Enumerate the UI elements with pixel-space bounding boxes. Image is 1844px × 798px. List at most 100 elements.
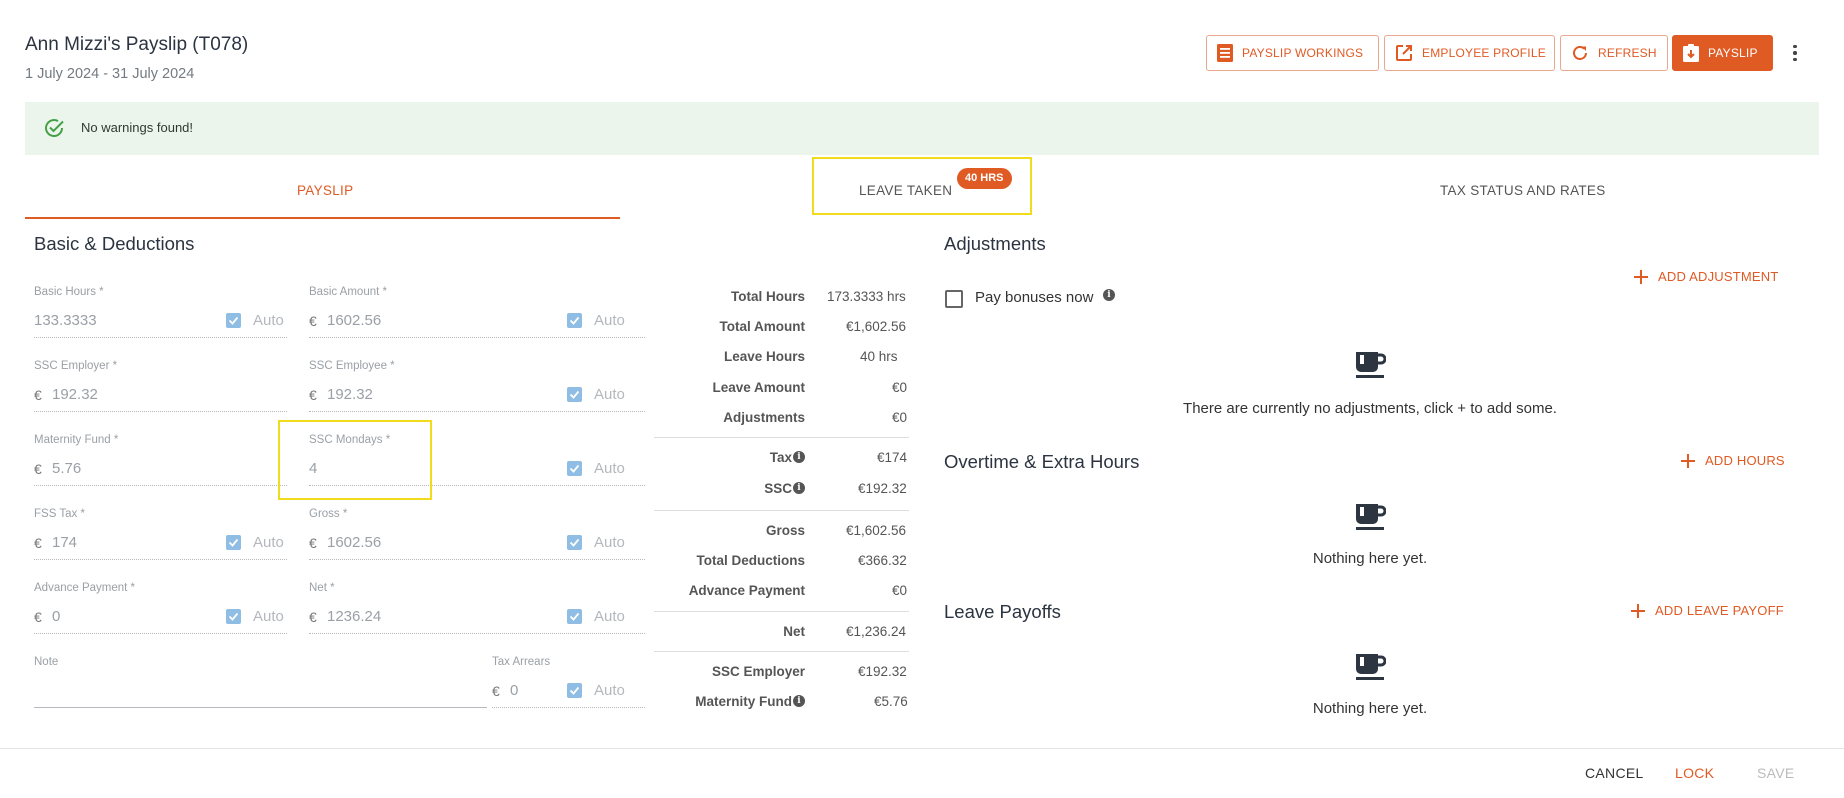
add-hours-button[interactable]: ADD HOURS xyxy=(1681,453,1785,468)
ssc-employee-auto-label: Auto xyxy=(594,386,625,403)
info-icon[interactable]: i xyxy=(793,695,805,707)
fss-tax-input[interactable]: 174 xyxy=(52,534,77,551)
note-underline xyxy=(34,706,487,708)
basic-amount-input[interactable]: 1602.56 xyxy=(327,312,381,329)
summary-maternity-fund-label: Maternity Fund i xyxy=(695,694,805,709)
page-title: Ann Mizzi's Payslip (T078) xyxy=(25,34,249,55)
gross-label: Gross * xyxy=(309,508,348,520)
summary-total-hours-value: 173.3333 hrs xyxy=(827,289,906,304)
pay-bonuses-checkbox[interactable] xyxy=(945,290,963,308)
summary-adjustments-label: Adjustments xyxy=(723,410,805,425)
summary-total-hours-label: Total Hours xyxy=(731,289,805,304)
gross-input[interactable]: 1602.56 xyxy=(327,534,381,551)
lock-button[interactable]: LOCK xyxy=(1675,765,1714,781)
ssc-mondays-auto-checkbox[interactable] xyxy=(567,461,582,476)
advance-payment-auto-label: Auto xyxy=(253,608,284,625)
basic-hours-auto-label: Auto xyxy=(253,312,284,329)
advance-payment-label: Advance Payment * xyxy=(34,582,136,594)
fss-tax-auto-label: Auto xyxy=(253,534,284,551)
check-circle-icon xyxy=(45,119,64,137)
basic-amount-auto-checkbox[interactable] xyxy=(567,313,582,328)
summary-total-amount-value: €1,602.56 xyxy=(846,319,907,334)
ssc-employee-auto-checkbox[interactable] xyxy=(567,387,582,402)
gross-auto-checkbox[interactable] xyxy=(567,535,582,550)
info-icon[interactable]: i xyxy=(1103,289,1115,301)
note-input[interactable] xyxy=(34,682,484,702)
tax-arrears-auto-checkbox[interactable] xyxy=(567,683,582,698)
info-icon[interactable]: i xyxy=(793,451,805,463)
payslip-workings-button[interactable]: PAYSLIP WORKINGS xyxy=(1206,35,1379,71)
coffee-cup-icon xyxy=(1356,654,1386,680)
check-icon xyxy=(569,538,580,547)
summary-leave-hours-label: Leave Hours xyxy=(723,349,805,364)
summary-total-deductions-label: Total Deductions xyxy=(696,553,805,568)
currency-symbol: € xyxy=(34,461,42,477)
summary-maternity-fund-value: €5.76 xyxy=(874,694,908,709)
payslip-download-button[interactable]: PAYSLIP xyxy=(1672,35,1773,71)
coffee-cup-icon xyxy=(1356,504,1386,530)
fss-tax-label: FSS Tax * xyxy=(34,508,85,520)
summary-tax-value: €174 xyxy=(877,450,908,465)
tax-arrears-input[interactable]: 0 xyxy=(510,682,518,699)
clipboard-download-icon xyxy=(1683,44,1699,62)
payslip-workings-label: PAYSLIP WORKINGS xyxy=(1242,46,1364,60)
plus-icon xyxy=(1681,453,1695,468)
currency-symbol: € xyxy=(309,535,317,551)
advance-payment-input[interactable]: 0 xyxy=(52,608,60,625)
basic-hours-input[interactable]: 133.3333 xyxy=(34,312,97,329)
basic-hours-label: Basic Hours * xyxy=(34,286,104,298)
net-input[interactable]: 1236.24 xyxy=(327,608,381,625)
currency-symbol: € xyxy=(34,609,42,625)
info-icon[interactable]: i xyxy=(793,482,805,494)
summary-divider xyxy=(654,651,909,652)
check-icon xyxy=(228,316,239,325)
check-icon xyxy=(569,390,580,399)
net-label: Net * xyxy=(309,582,335,594)
add-hours-label: ADD HOURS xyxy=(1705,453,1785,468)
tax-arrears-auto-label: Auto xyxy=(594,682,625,699)
basic-deductions-heading: Basic & Deductions xyxy=(34,233,195,254)
summary-ssc-employer-value: €192.32 xyxy=(858,664,907,679)
summary-total-amount-label: Total Amount xyxy=(719,319,805,334)
ssc-employee-label: SSC Employee * xyxy=(309,360,395,372)
more-options-icon[interactable] xyxy=(1788,40,1802,66)
net-auto-label: Auto xyxy=(594,608,625,625)
adjustments-heading: Adjustments xyxy=(944,233,1046,254)
ssc-employer-label: SSC Employer * xyxy=(34,360,118,372)
cancel-button[interactable]: CANCEL xyxy=(1585,765,1644,781)
basic-amount-underline xyxy=(309,336,645,338)
add-adjustment-button[interactable]: ADD ADJUSTMENT xyxy=(1634,269,1779,284)
summary-divider xyxy=(654,510,909,511)
basic-hours-auto-checkbox[interactable] xyxy=(226,313,241,328)
tab-tax-status[interactable]: TAX STATUS AND RATES xyxy=(1440,183,1606,198)
advance-payment-auto-checkbox[interactable] xyxy=(226,609,241,624)
overtime-heading: Overtime & Extra Hours xyxy=(944,451,1140,472)
summary-divider xyxy=(654,611,909,612)
ssc-employer-input[interactable]: 192.32 xyxy=(52,386,98,403)
currency-symbol: € xyxy=(309,609,317,625)
summary-total-deductions-value: €366.32 xyxy=(858,553,907,568)
leave-payoffs-heading: Leave Payoffs xyxy=(944,601,1061,622)
summary-adjustments-value: €0 xyxy=(892,410,908,425)
adjustments-empty-text-label: There are currently no adjustments, clic… xyxy=(1183,400,1557,417)
active-tab-indicator xyxy=(25,217,620,219)
maternity-fund-input[interactable]: 5.76 xyxy=(52,460,81,477)
summary-gross-value: €1,602.56 xyxy=(846,523,907,538)
summary-ssc-label: SSC i xyxy=(764,481,805,496)
summary-maternity-fund-label-text: Maternity Fund xyxy=(695,694,792,709)
employee-profile-button[interactable]: EMPLOYEE PROFILE xyxy=(1384,35,1555,71)
tab-payslip[interactable]: PAYSLIP xyxy=(297,183,353,198)
fss-tax-auto-checkbox[interactable] xyxy=(226,535,241,550)
document-list-icon xyxy=(1217,44,1233,62)
add-adjustment-label: ADD ADJUSTMENT xyxy=(1658,269,1779,284)
note-label: Note xyxy=(34,656,59,668)
save-button[interactable]: SAVE xyxy=(1757,765,1795,781)
summary-ssc-label-text: SSC xyxy=(764,481,792,496)
add-leave-payoff-button[interactable]: ADD LEAVE PAYOFF xyxy=(1631,603,1784,618)
currency-symbol: € xyxy=(309,313,317,329)
highlight-leave-tab xyxy=(812,157,1032,215)
ssc-employee-input[interactable]: 192.32 xyxy=(327,386,373,403)
tax-arrears-label: Tax Arrears xyxy=(492,656,551,668)
refresh-button[interactable]: REFRESH xyxy=(1560,35,1668,71)
net-auto-checkbox[interactable] xyxy=(567,609,582,624)
